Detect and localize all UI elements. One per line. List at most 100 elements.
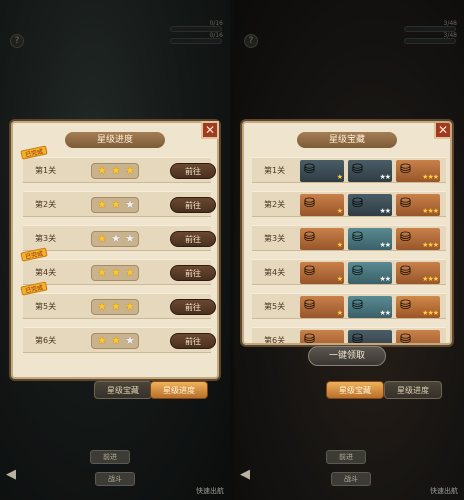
treasure-chest[interactable]: ⛁ ★★★	[396, 296, 440, 318]
left-screen: ? 0/16 0/16 星级进度 ✕ 第1关 ★ ★ ★ 前往 已完成 第2关 ★ ★ ★ 前往 第3…	[0, 0, 230, 500]
treasure-row: 第5关 ⛁ ★ ⛁ ★★ ⛁ ★★★	[252, 293, 446, 319]
level-label: 第6关	[264, 336, 286, 345]
treasure-chest[interactable]: ⛁ ★★	[348, 296, 392, 318]
star-rating: ★ ★ ★	[91, 299, 139, 315]
level-label: 第1关	[264, 166, 286, 175]
star-icon: ★	[97, 334, 107, 347]
star-icon: ★	[97, 232, 107, 245]
go-button[interactable]: 前往	[170, 231, 216, 247]
treasure-chest[interactable]: ⛁ ★★	[348, 228, 392, 250]
level-label: 第2关	[264, 200, 286, 209]
chest-icon: ⛁	[352, 264, 363, 279]
advance-button[interactable]: 前进	[326, 450, 366, 464]
treasure-row: 第3关 ⛁ ★ ⛁ ★★ ⛁ ★★★	[252, 225, 446, 251]
tab-0[interactable]: 星级宝藏	[94, 381, 152, 399]
treasure-chest[interactable]: ⛁ ★★★	[396, 262, 440, 284]
treasure-chest[interactable]: ⛁ ★★	[348, 160, 392, 182]
fast-sail-label[interactable]: 快速出航	[196, 486, 224, 496]
close-icon[interactable]: ✕	[434, 123, 450, 139]
go-button[interactable]: 前往	[170, 333, 216, 349]
chest-icon: ⛁	[400, 264, 411, 279]
star-requirement: ★	[336, 173, 343, 181]
treasure-row: 第6关 ⛁ ⛁ ⛁	[252, 327, 446, 345]
treasure-row: 第2关 ⛁ ★ ⛁ ★★ ⛁ ★★★	[252, 191, 446, 217]
go-button[interactable]: 前往	[170, 299, 216, 315]
tab-1[interactable]: 星级进度	[384, 381, 442, 399]
back-arrow-icon[interactable]: ◀	[240, 467, 250, 482]
star-requirement: ★★	[379, 275, 391, 283]
level-label: 第5关	[264, 302, 286, 311]
star-icon: ★	[125, 300, 135, 313]
star-rating: ★ ★ ★	[91, 265, 139, 281]
treasure-chest[interactable]: ⛁ ★	[300, 194, 344, 216]
level-label: 第5关	[35, 302, 57, 311]
chest-icon: ⛁	[352, 332, 363, 345]
chest-icon: ⛁	[352, 298, 363, 313]
star-requirement: ★	[336, 207, 343, 215]
star-requirement: ★★★	[422, 275, 439, 283]
treasure-chest[interactable]: ⛁ ★★★	[396, 194, 440, 216]
chest-icon: ⛁	[304, 230, 315, 245]
go-button[interactable]: 前往	[170, 265, 216, 281]
chest-icon: ⛁	[352, 196, 363, 211]
star-icon: ★	[111, 300, 121, 313]
star-icon: ★	[125, 334, 135, 347]
treasure-chest[interactable]: ⛁	[348, 330, 392, 345]
star-rating: ★ ★ ★	[91, 197, 139, 213]
chest-icon: ⛁	[400, 298, 411, 313]
back-arrow-icon[interactable]: ◀	[6, 467, 16, 482]
level-label: 第3关	[35, 234, 57, 243]
treasure-row: 第1关 ⛁ ★ ⛁ ★★ ⛁ ★★★	[252, 157, 446, 183]
right-screen: ? 3/48 3/48 星级宝藏 ✕ 第1关 ⛁ ★ ⛁ ★★ ⛁ ★★★ 第2关 ⛁ ★ ⛁ ★★ ⛁…	[234, 0, 464, 500]
star-icon: ★	[97, 164, 107, 177]
chest-icon: ⛁	[400, 230, 411, 245]
chest-icon: ⛁	[304, 298, 315, 313]
level-row: 第2关 ★ ★ ★ 前往	[23, 191, 216, 217]
advance-button[interactable]: 前进	[90, 450, 130, 464]
battle-button[interactable]: 战斗	[95, 472, 135, 486]
battle-button[interactable]: 战斗	[331, 472, 371, 486]
treasure-chest[interactable]: ⛁ ★	[300, 296, 344, 318]
star-rating: ★ ★ ★	[91, 163, 139, 179]
star-requirement: ★★★	[422, 207, 439, 215]
level-label: 第3关	[264, 234, 286, 243]
star-icon: ★	[97, 266, 107, 279]
tab-bar: 星级宝藏 星级进度	[0, 381, 230, 401]
chest-icon: ⛁	[352, 162, 363, 177]
treasure-chest[interactable]: ⛁	[300, 330, 344, 345]
treasure-row: 第4关 ⛁ ★ ⛁ ★★ ⛁ ★★★	[252, 259, 446, 285]
star-rating: ★ ★ ★	[91, 231, 139, 247]
treasure-chest[interactable]: ⛁ ★★★	[396, 160, 440, 182]
treasure-chest[interactable]: ⛁ ★★	[348, 262, 392, 284]
chest-icon: ⛁	[400, 332, 411, 345]
treasure-chest[interactable]: ⛁ ★★★	[396, 228, 440, 250]
star-icon: ★	[97, 198, 107, 211]
treasure-chest[interactable]: ⛁ ★	[300, 160, 344, 182]
chest-icon: ⛁	[304, 332, 315, 345]
go-button[interactable]: 前往	[170, 197, 216, 213]
star-icon: ★	[111, 334, 121, 347]
treasure-chest[interactable]: ⛁	[396, 330, 440, 345]
go-button[interactable]: 前往	[170, 163, 216, 179]
close-icon[interactable]: ✕	[201, 121, 219, 139]
treasure-chest[interactable]: ⛁ ★	[300, 262, 344, 284]
chest-icon: ⛁	[304, 196, 315, 211]
star-icon: ★	[111, 266, 121, 279]
star-treasure-panel: 星级宝藏 ✕ 第1关 ⛁ ★ ⛁ ★★ ⛁ ★★★ 第2关 ⛁ ★ ⛁ ★★ ⛁ ★★★ 第3关 ⛁ ★ ⛁ ★★ ⛁…	[242, 121, 452, 345]
star-icon: ★	[125, 232, 135, 245]
star-requirement: ★	[336, 241, 343, 249]
claim-all-button[interactable]: 一键领取	[308, 346, 386, 366]
star-icon: ★	[111, 164, 121, 177]
star-requirement: ★★	[379, 207, 391, 215]
chest-icon: ⛁	[304, 162, 315, 177]
tab-0[interactable]: 星级宝藏	[326, 381, 384, 399]
tab-1[interactable]: 星级进度	[150, 381, 208, 399]
treasure-chest[interactable]: ⛁ ★	[300, 228, 344, 250]
chest-icon: ⛁	[304, 264, 315, 279]
level-label: 第4关	[35, 268, 57, 277]
treasure-chest[interactable]: ⛁ ★★	[348, 194, 392, 216]
level-label: 第2关	[35, 200, 57, 209]
fast-sail-label[interactable]: 快速出航	[430, 486, 458, 496]
level-row: 第4关 ★ ★ ★ 前往 已完成	[20, 247, 216, 285]
panel-title: 星级进度	[65, 132, 165, 148]
